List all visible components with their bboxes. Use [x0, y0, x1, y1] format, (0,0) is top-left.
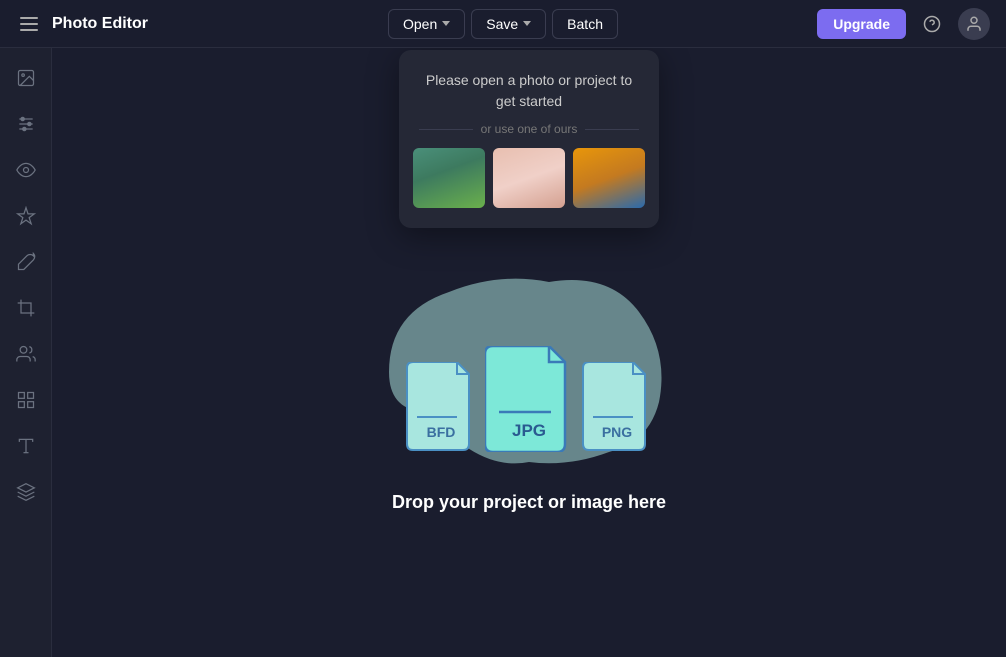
open-chevron-icon	[442, 21, 450, 26]
drop-text: Drop your project or image here	[392, 492, 666, 513]
divider: or use one of ours	[419, 122, 639, 136]
sidebar-item-text[interactable]	[6, 428, 46, 468]
save-button[interactable]: Save	[471, 9, 546, 39]
open-dropdown: Please open a photo or project to get st…	[399, 50, 659, 228]
jpg-file-icon: JPG	[485, 346, 573, 452]
sample-images-row	[419, 148, 639, 208]
divider-text: or use one of ours	[481, 122, 578, 136]
sidebar-item-ai[interactable]	[6, 198, 46, 238]
file-bfd: BFD	[405, 362, 477, 452]
menu-icon[interactable]	[16, 13, 42, 35]
sparkle-icon	[16, 206, 36, 231]
sidebar-item-people[interactable]	[6, 336, 46, 376]
main-layout: Please open a photo or project to get st…	[0, 48, 1006, 657]
layers-icon	[16, 482, 36, 507]
open-prompt: Please open a photo or project to get st…	[419, 70, 639, 112]
bfd-file-icon: BFD	[405, 362, 477, 452]
header-right: Upgrade	[817, 8, 990, 40]
sample-image-city[interactable]	[573, 148, 645, 208]
svg-text:JPG: JPG	[512, 421, 546, 440]
svg-text:PNG: PNG	[602, 424, 632, 440]
file-png: PNG	[581, 362, 653, 452]
batch-button[interactable]: Batch	[552, 9, 618, 39]
png-file-icon: PNG	[581, 362, 653, 452]
account-avatar[interactable]	[958, 8, 990, 40]
blob-area: BFD JPG	[369, 252, 689, 472]
sliders-icon	[16, 114, 36, 139]
save-chevron-icon	[523, 21, 531, 26]
file-jpg: JPG	[485, 346, 573, 452]
drop-zone[interactable]: BFD JPG	[369, 252, 689, 513]
content-area: Please open a photo or project to get st…	[52, 48, 1006, 657]
effects-icon	[16, 390, 36, 415]
sidebar-item-adjustments[interactable]	[6, 106, 46, 146]
header-center: Open Save Batch	[388, 9, 618, 39]
sidebar-item-retouch[interactable]	[6, 244, 46, 284]
sample-image-van[interactable]	[413, 148, 485, 208]
upgrade-button[interactable]: Upgrade	[817, 9, 906, 39]
sidebar-item-crop[interactable]	[6, 290, 46, 330]
crop-icon	[16, 298, 36, 323]
header: Photo Editor Open Save Batch Upgrade	[0, 0, 1006, 48]
text-icon	[16, 436, 36, 461]
sidebar-item-layers[interactable]	[6, 474, 46, 514]
file-icons: BFD JPG	[405, 346, 653, 452]
eye-icon	[16, 160, 36, 185]
group-icon	[16, 344, 36, 369]
open-button[interactable]: Open	[388, 9, 465, 39]
sidebar-item-image[interactable]	[6, 60, 46, 100]
sample-image-person[interactable]	[493, 148, 565, 208]
help-button[interactable]	[916, 8, 948, 40]
sidebar	[0, 48, 52, 657]
sidebar-item-effects[interactable]	[6, 382, 46, 422]
brush-icon	[16, 252, 36, 277]
sidebar-item-view[interactable]	[6, 152, 46, 192]
app-title: Photo Editor	[52, 15, 148, 33]
svg-text:BFD: BFD	[427, 424, 456, 440]
image-icon	[16, 68, 36, 93]
